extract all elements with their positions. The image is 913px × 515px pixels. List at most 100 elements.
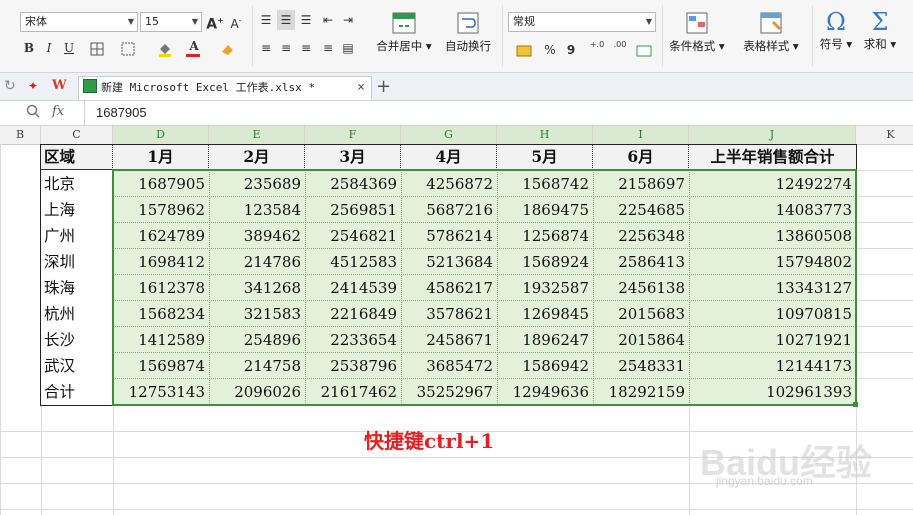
header-cell-month1[interactable]: 1月 [113, 145, 209, 170]
align-center-icon[interactable]: ≡ [278, 38, 294, 58]
value-cell[interactable]: 2569851 [305, 197, 401, 223]
formula-input[interactable]: 1687905 [96, 105, 147, 120]
value-cell[interactable]: 2458671 [401, 327, 497, 353]
value-cell[interactable]: 235689 [209, 171, 305, 197]
value-cell[interactable]: 1412589 [113, 327, 209, 353]
font-name-select[interactable]: 宋体 ▼ [20, 12, 138, 32]
fill-color-icon[interactable] [152, 38, 178, 58]
column-header-j[interactable]: J [689, 126, 856, 144]
clear-format-icon[interactable] [216, 38, 240, 58]
value-cell[interactable]: 2015683 [593, 301, 689, 327]
distributed-icon[interactable]: ▤ [340, 38, 356, 58]
font-size-select[interactable]: 15 ▼ [140, 12, 202, 32]
header-cell-month5[interactable]: 5月 [497, 145, 593, 170]
value-cell[interactable]: 2586413 [593, 249, 689, 275]
value-cell[interactable]: 1869475 [497, 197, 593, 223]
region-cell[interactable]: 广州 [41, 223, 113, 249]
total-cell[interactable]: 12144173 [689, 353, 856, 379]
currency-icon[interactable] [512, 40, 538, 60]
fill-handle[interactable] [853, 402, 858, 407]
underline-button[interactable]: U [62, 38, 76, 58]
fx-button[interactable]: fx [52, 104, 64, 119]
bold-button[interactable]: B [22, 38, 36, 58]
total-cell[interactable]: 10271921 [689, 327, 856, 353]
sum-button[interactable]: Σ 求和 ▾ [860, 8, 900, 52]
value-cell[interactable]: 1578962 [113, 197, 209, 223]
region-cell[interactable]: 上海 [41, 197, 113, 223]
font-color-button[interactable]: A [182, 36, 206, 57]
header-cell-month6[interactable]: 6月 [593, 145, 689, 170]
italic-button[interactable]: I [42, 38, 56, 58]
value-cell[interactable]: 3578621 [401, 301, 497, 327]
region-cell[interactable]: 武汉 [41, 353, 113, 379]
pin-icon[interactable]: ✦ [28, 79, 38, 93]
back-icon[interactable]: ↻ [4, 78, 16, 94]
merge-center-button[interactable]: 合并居中 ▾ [374, 12, 434, 54]
value-cell[interactable]: 2456138 [593, 275, 689, 301]
fill-pattern-icon[interactable] [114, 38, 142, 58]
value-cell[interactable]: 12949636 [497, 379, 593, 405]
column-header-h[interactable]: H [497, 126, 593, 144]
value-cell[interactable]: 2256348 [593, 223, 689, 249]
column-header-c[interactable]: C [41, 126, 113, 144]
column-header-b[interactable]: B [0, 126, 41, 144]
wps-logo-icon[interactable]: W [52, 78, 67, 93]
border-icon[interactable] [84, 38, 110, 58]
align-middle-icon[interactable]: ☰ [277, 10, 295, 30]
value-cell[interactable]: 1687905 [113, 171, 209, 197]
align-right-icon[interactable]: ≡ [298, 38, 314, 58]
align-left-icon[interactable]: ≡ [258, 38, 274, 58]
value-cell[interactable]: 2216849 [305, 301, 401, 327]
region-cell[interactable]: 杭州 [41, 301, 113, 327]
value-cell[interactable]: 341268 [209, 275, 305, 301]
total-cell[interactable]: 13860508 [689, 223, 856, 249]
column-header-i[interactable]: I [593, 126, 689, 144]
value-cell[interactable]: 1586942 [497, 353, 593, 379]
total-cell[interactable]: 14083773 [689, 197, 856, 223]
total-cell[interactable]: 12492274 [689, 171, 856, 197]
header-cell-total[interactable]: 上半年销售额合计 [689, 145, 856, 170]
value-cell[interactable]: 1624789 [113, 223, 209, 249]
convert-icon[interactable] [634, 40, 654, 60]
indent-increase-icon[interactable]: ⇥ [340, 10, 356, 30]
header-cell-month2[interactable]: 2月 [209, 145, 305, 170]
total-cell[interactable]: 13343127 [689, 275, 856, 301]
region-cell[interactable]: 长沙 [41, 327, 113, 353]
value-cell[interactable]: 1568234 [113, 301, 209, 327]
value-cell[interactable]: 4586217 [401, 275, 497, 301]
value-cell[interactable]: 1698412 [113, 249, 209, 275]
value-cell[interactable]: 18292159 [593, 379, 689, 405]
region-cell[interactable]: 深圳 [41, 249, 113, 275]
column-header-f[interactable]: F [305, 126, 401, 144]
comma-style-button[interactable]: 9 [564, 40, 578, 60]
value-cell[interactable]: 321583 [209, 301, 305, 327]
wrap-text-button[interactable]: 自动换行 [442, 12, 494, 54]
value-cell[interactable]: 2414539 [305, 275, 401, 301]
value-cell[interactable]: 1896247 [497, 327, 593, 353]
value-cell[interactable]: 2546821 [305, 223, 401, 249]
value-cell[interactable]: 214758 [209, 353, 305, 379]
value-cell[interactable]: 1568742 [497, 171, 593, 197]
indent-decrease-icon[interactable]: ⇤ [320, 10, 336, 30]
value-cell[interactable]: 1568924 [497, 249, 593, 275]
value-cell[interactable]: 12753143 [113, 379, 209, 405]
value-cell[interactable]: 5786214 [401, 223, 497, 249]
decrease-decimal-button[interactable]: .00 [609, 40, 631, 50]
value-cell[interactable]: 1612378 [113, 275, 209, 301]
region-cell[interactable]: 合计 [41, 379, 113, 405]
align-bottom-icon[interactable]: ☰ [298, 10, 314, 30]
number-format-select[interactable]: 常规 ▼ [508, 12, 656, 32]
increase-decimal-button[interactable]: +.0 [586, 40, 608, 50]
value-cell[interactable]: 214786 [209, 249, 305, 275]
value-cell[interactable]: 1569874 [113, 353, 209, 379]
value-cell[interactable]: 5213684 [401, 249, 497, 275]
region-cell[interactable]: 北京 [41, 171, 113, 197]
justify-icon[interactable]: ≡ [320, 38, 336, 58]
total-cell[interactable]: 15794802 [689, 249, 856, 275]
value-cell[interactable]: 2015864 [593, 327, 689, 353]
conditional-format-button[interactable]: 条件格式 ▾ [664, 12, 730, 54]
value-cell[interactable]: 2096026 [209, 379, 305, 405]
value-cell[interactable]: 1256874 [497, 223, 593, 249]
symbol-button[interactable]: Ω 符号 ▾ [816, 8, 856, 52]
file-tab[interactable]: 新建 Microsoft Excel 工作表.xlsx * × [78, 76, 372, 100]
